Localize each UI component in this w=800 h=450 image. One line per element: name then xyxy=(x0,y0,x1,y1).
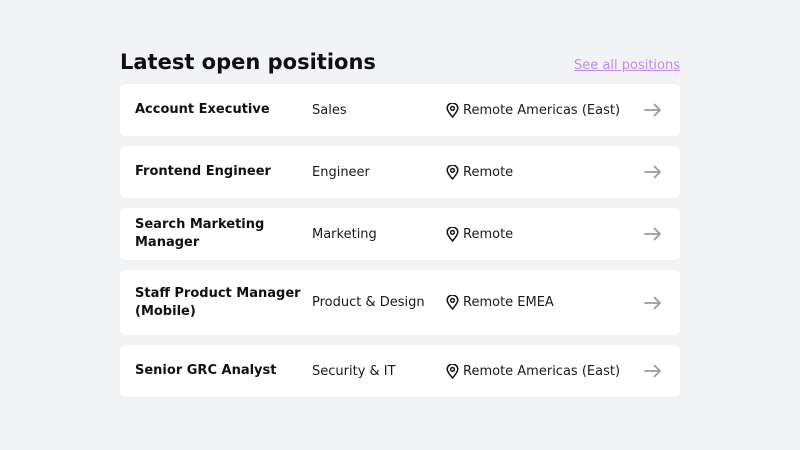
arrow-right-icon[interactable] xyxy=(644,364,662,378)
job-location-label: Remote xyxy=(463,164,514,180)
job-title: Senior GRC Analyst xyxy=(135,363,277,378)
job-row[interactable]: Search Marketing Manager Marketing Remot… xyxy=(120,208,680,260)
map-pin-icon xyxy=(446,295,459,310)
job-title: Search Marketing Manager xyxy=(135,217,265,250)
job-department: Security & IT xyxy=(312,363,396,379)
job-title: Staff Product Manager (Mobile) xyxy=(135,285,301,319)
job-location: Remote EMEA xyxy=(446,295,644,310)
job-row[interactable]: Senior GRC Analyst Security & IT Remote … xyxy=(120,345,680,397)
open-positions-section: Latest open positions See all positions … xyxy=(120,48,680,397)
page-title: Latest open positions xyxy=(120,50,376,74)
job-department: Sales xyxy=(312,102,347,118)
job-department: Engineer xyxy=(312,164,370,180)
job-row[interactable]: Account Executive Sales Remote Americas … xyxy=(120,84,680,136)
map-pin-icon xyxy=(446,164,459,180)
job-title: Frontend Engineer xyxy=(135,164,271,179)
arrow-right-icon[interactable] xyxy=(644,165,662,179)
job-location: Remote xyxy=(446,164,644,180)
job-location: Remote Americas (East) xyxy=(446,102,644,118)
job-row[interactable]: Frontend Engineer Engineer Remote xyxy=(120,146,680,198)
job-location-label: Remote EMEA xyxy=(463,295,554,310)
arrow-right-icon[interactable] xyxy=(644,227,662,241)
job-location-label: Remote xyxy=(463,226,514,242)
job-location: Remote Americas (East) xyxy=(446,363,644,379)
job-department: Marketing xyxy=(312,226,377,242)
job-location-label: Remote Americas (East) xyxy=(463,102,621,118)
job-title: Account Executive xyxy=(135,102,270,117)
arrow-right-icon[interactable] xyxy=(644,103,662,117)
arrow-right-icon[interactable] xyxy=(644,296,662,310)
map-pin-icon xyxy=(446,363,459,379)
map-pin-icon xyxy=(446,226,459,242)
job-location: Remote xyxy=(446,226,644,242)
job-department: Product & Design xyxy=(312,295,425,310)
map-pin-icon xyxy=(446,102,459,118)
see-all-positions-link[interactable]: See all positions xyxy=(574,52,680,80)
job-location-label: Remote Americas (East) xyxy=(463,363,621,379)
job-row[interactable]: Staff Product Manager (Mobile) Product &… xyxy=(120,270,680,335)
job-list: Account Executive Sales Remote Americas … xyxy=(120,84,680,397)
section-header: Latest open positions See all positions xyxy=(120,48,680,84)
